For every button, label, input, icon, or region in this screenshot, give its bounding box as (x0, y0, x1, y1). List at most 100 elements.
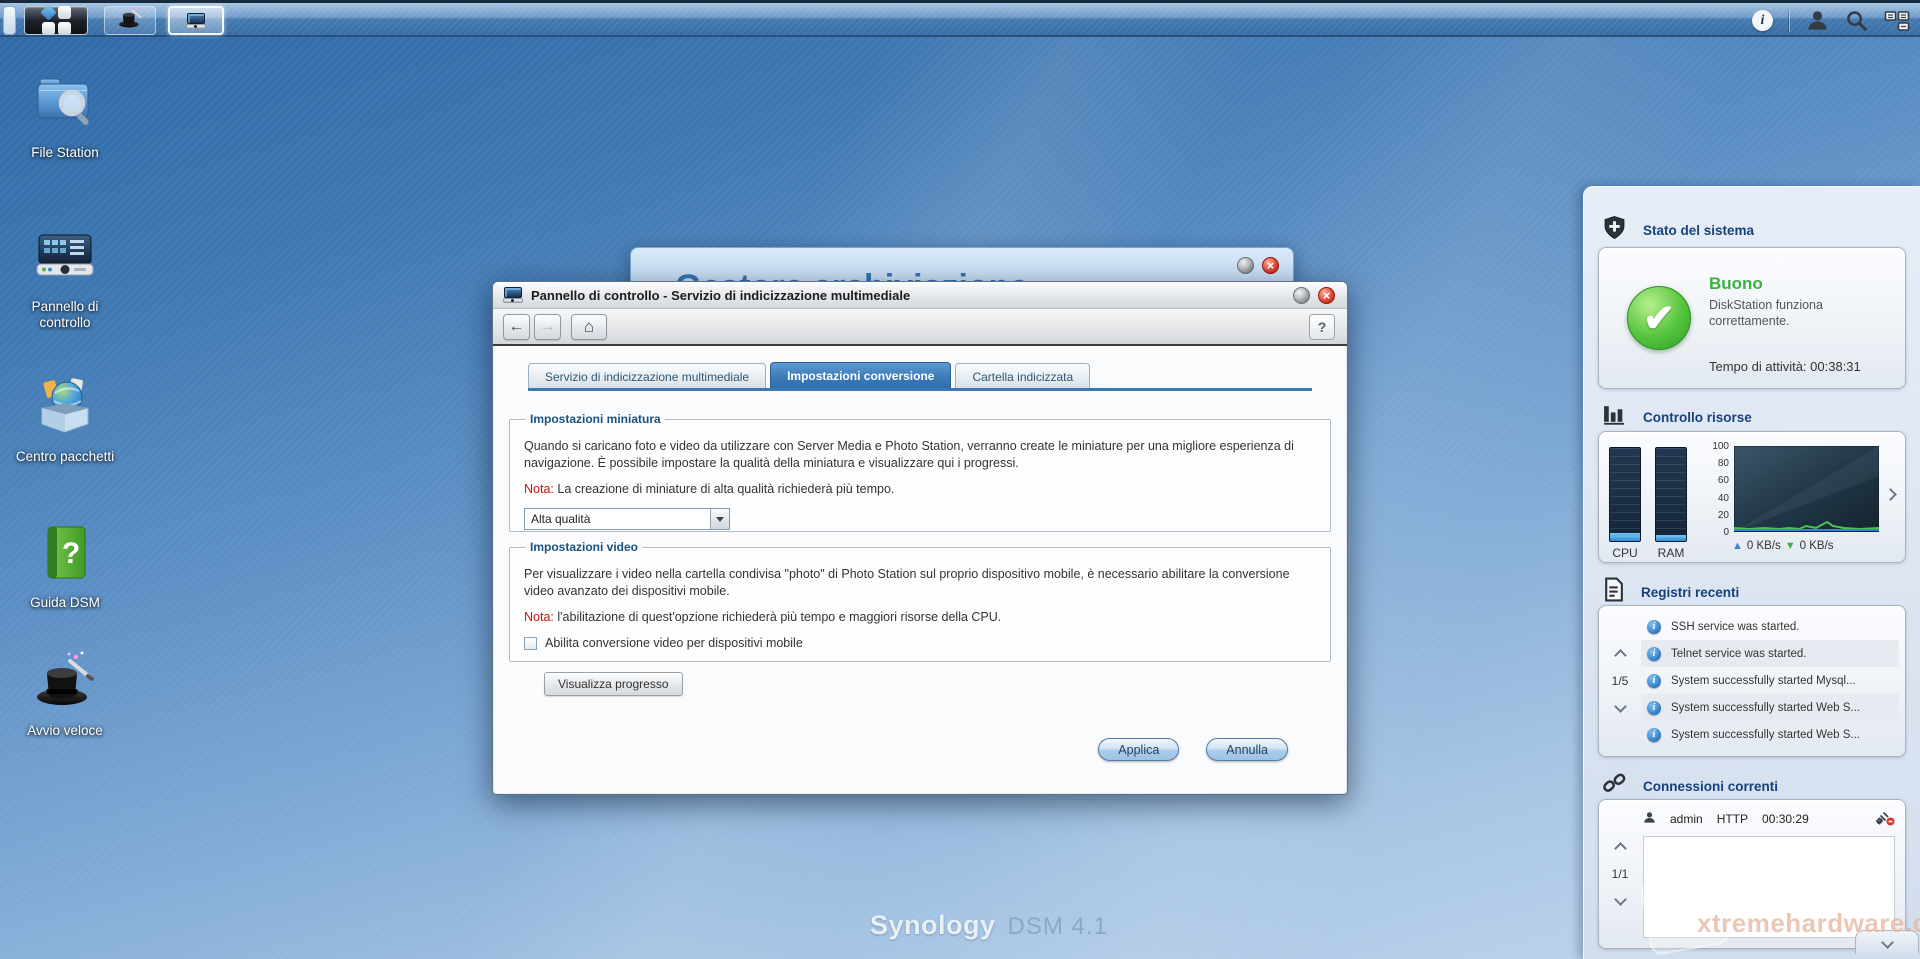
note-line: Nota: l'abilitazione di quest'opzione ri… (524, 610, 1316, 624)
taskbar-item-quick-launch[interactable] (104, 6, 156, 35)
dsm-branding: Synology DSM 4.1 (870, 910, 1108, 941)
download-arrow-icon: ▼ (1784, 540, 1796, 552)
help-button[interactable]: ? (1309, 314, 1335, 340)
dialog-content: Servizio di indicizzazione multimediale … (494, 346, 1346, 793)
page-indicator: 1/5 (1611, 674, 1629, 688)
desktop-icon-label: Guida DSM (30, 595, 100, 610)
network-rates: ▲ 0 KB/s ▼ 0 KB/s (1732, 540, 1834, 552)
logs-pager: 1/5 (1599, 606, 1641, 756)
user-icon (1643, 811, 1656, 827)
desktop-icon-quick-start[interactable]: Avvio veloce (10, 648, 120, 739)
connection-row: admin HTTP 00:30:29 (1643, 808, 1895, 830)
info-icon: i (1647, 727, 1661, 742)
recent-logs-header: Registri recenti (1602, 577, 1739, 607)
search-icon[interactable] (1845, 9, 1868, 32)
status-text: Buono (1709, 274, 1763, 293)
desktop-icon-control-panel[interactable]: Pannello di controllo (10, 224, 120, 331)
control-panel-icon (32, 224, 98, 295)
chevron-down-icon (1880, 936, 1894, 949)
file-station-icon (32, 70, 98, 141)
desktop: i File Station Pannello di controllo Cen… (0, 0, 1920, 959)
ram-gauge (1655, 447, 1687, 542)
control-panel-window-icon (503, 287, 523, 303)
minimize-button[interactable] (1237, 257, 1254, 274)
page-indicator: 1/1 (1611, 867, 1629, 881)
connections-list-area (1643, 836, 1895, 938)
recent-logs-body: 1/5 i SSH service was started. i Telnet … (1598, 605, 1906, 757)
desktop-icon-package-center[interactable]: Centro pacchetti (10, 374, 120, 465)
log-row: i System successfully started Web S... (1641, 721, 1899, 748)
synology-logo: Synology (870, 910, 996, 940)
show-desktop-button[interactable] (3, 6, 16, 35)
log-row: i SSH service was started. (1641, 613, 1899, 640)
upload-rate: 0 KB/s (1746, 540, 1781, 552)
shield-icon (1602, 215, 1627, 245)
desktop-icon-file-station[interactable]: File Station (10, 70, 120, 161)
user-icon[interactable] (1806, 9, 1829, 32)
checkbox-icon[interactable] (524, 636, 537, 650)
log-row: i System successfully started Web S... (1641, 694, 1899, 721)
chevron-down-icon[interactable] (710, 509, 729, 529)
video-settings-group: Impostazioni video Per visualizzare i vi… (509, 540, 1331, 662)
media-indexing-dialog: Pannello di controllo - Servizio di indi… (492, 281, 1348, 795)
desktop-icon-label: Centro pacchetti (15, 449, 115, 464)
note-label: Nota: (524, 482, 554, 496)
widget-panel-collapse-tab[interactable] (1855, 930, 1919, 954)
close-button[interactable]: × (1262, 257, 1279, 274)
page-up-chevron[interactable] (1613, 842, 1627, 855)
note-label: Nota: (524, 610, 554, 624)
group-description: Quando si caricano foto e video da utili… (524, 439, 1294, 470)
close-button[interactable]: × (1318, 287, 1335, 304)
group-legend: Impostazioni video (530, 540, 639, 554)
magic-hat-icon (32, 648, 98, 719)
dialog-actions: Applica Annulla (1098, 738, 1288, 761)
taskbar-item-control-panel[interactable] (168, 6, 224, 35)
apply-button[interactable]: Applica (1098, 738, 1180, 761)
cpu-label: CPU (1612, 546, 1638, 560)
connection-protocol: HTTP (1716, 812, 1749, 826)
ram-label: RAM (1657, 546, 1685, 560)
resource-detail-chevron[interactable] (1884, 488, 1897, 501)
home-button[interactable]: ⌂ (571, 314, 607, 340)
dialog-title: Pannello di controllo - Servizio di indi… (531, 287, 911, 303)
dialog-titlebar[interactable]: Pannello di controllo - Servizio di indi… (493, 282, 1347, 309)
disconnect-icon[interactable] (1875, 810, 1895, 829)
info-icon: i (1647, 646, 1661, 661)
widget-title: Connessioni correnti (1643, 778, 1779, 794)
desktop-icon-dsm-help[interactable]: ? Guida DSM (10, 520, 120, 611)
package-center-icon (32, 374, 98, 445)
mobile-video-conversion-checkbox[interactable]: Abilita conversione video per dispositiv… (524, 636, 1316, 650)
desktop-icon-label: Avvio veloce (27, 723, 103, 738)
taskbar: i (0, 0, 1920, 37)
bar-chart-icon (1602, 403, 1627, 431)
cancel-button[interactable]: Annulla (1206, 738, 1288, 761)
widget-panel: Stato del sistema ✔ Buono DiskStation fu… (1583, 186, 1920, 959)
widgets-icon[interactable] (1884, 10, 1910, 32)
desktop-icon-label: Pannello di controllo (31, 299, 99, 330)
tab-indexed-folder[interactable]: Cartella indicizzata (955, 363, 1091, 389)
quality-select-value: Alta qualità (531, 512, 591, 526)
upload-arrow-icon: ▲ (1732, 540, 1743, 552)
system-status-body: ✔ Buono DiskStation funziona correttamen… (1598, 247, 1906, 389)
main-menu-button[interactable] (24, 4, 88, 35)
page-down-chevron[interactable] (1613, 893, 1627, 906)
tab-strip: Servizio di indicizzazione multimediale … (528, 362, 1094, 389)
connections-header: Connessioni correnti (1602, 771, 1778, 801)
tab-conversion-settings[interactable]: Impostazioni conversione (770, 362, 952, 389)
tab-media-indexing-service[interactable]: Servizio di indicizzazione multimediale (528, 363, 767, 389)
status-detail: DiskStation funziona correttamente. (1709, 298, 1823, 328)
resource-monitor-body: CPU RAM 100 80 60 40 20 0 ▲ 0 KB/s ▼ 0 K… (1598, 431, 1906, 563)
resource-monitor-header: Controllo risorse (1602, 403, 1752, 431)
view-progress-button[interactable]: Visualizza progresso (544, 672, 683, 696)
forward-button[interactable]: → (534, 314, 561, 340)
back-button[interactable]: ← (503, 314, 530, 340)
info-icon: i (1647, 700, 1661, 715)
quality-select[interactable]: Alta qualità (524, 508, 730, 530)
dsm-version: DSM 4.1 (1007, 913, 1108, 940)
minimize-button[interactable] (1293, 287, 1310, 304)
page-up-chevron[interactable] (1613, 649, 1627, 662)
tab-underline (528, 388, 1312, 391)
note-text: l'abilitazione di quest'opzione richiede… (557, 610, 1002, 624)
info-icon[interactable]: i (1752, 10, 1773, 31)
page-down-chevron[interactable] (1613, 700, 1627, 713)
